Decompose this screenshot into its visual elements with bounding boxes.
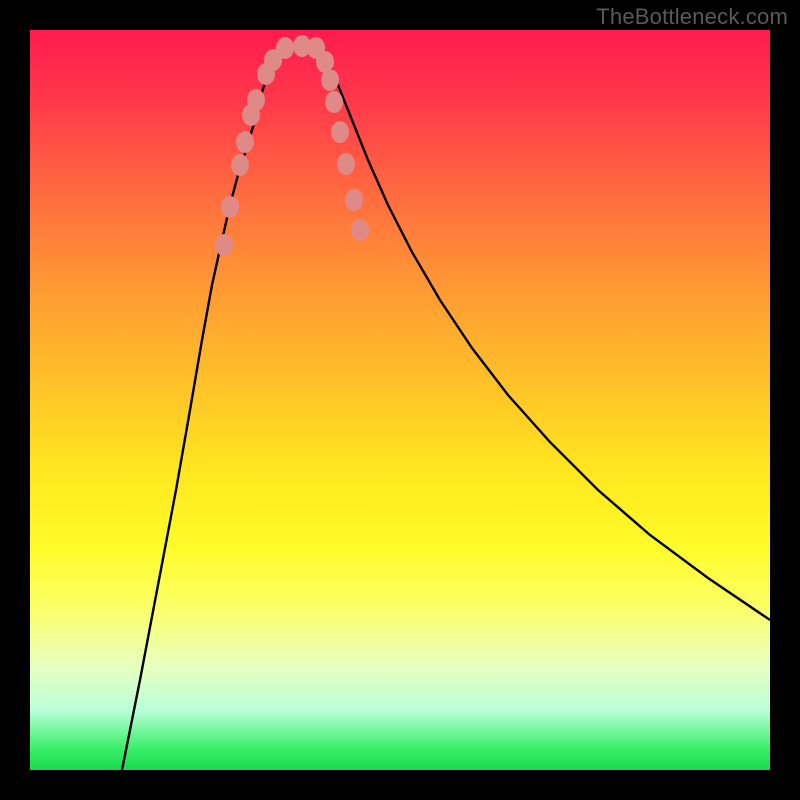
data-marker (215, 234, 233, 256)
data-marker (231, 154, 249, 176)
data-marker (331, 121, 349, 143)
data-marker (236, 131, 254, 153)
data-marker (345, 189, 363, 211)
curve-right (320, 48, 770, 620)
data-marker (247, 89, 265, 111)
data-marker (276, 37, 294, 59)
data-marker (321, 69, 339, 91)
data-marker (221, 196, 239, 218)
watermark-text: TheBottleneck.com (596, 4, 788, 30)
chart-plot-area (30, 30, 770, 770)
chart-svg (30, 30, 770, 770)
data-marker (337, 153, 355, 175)
curve-left (122, 48, 282, 770)
data-marker (325, 91, 343, 113)
scatter-markers-right (293, 35, 369, 241)
data-marker (351, 219, 369, 241)
